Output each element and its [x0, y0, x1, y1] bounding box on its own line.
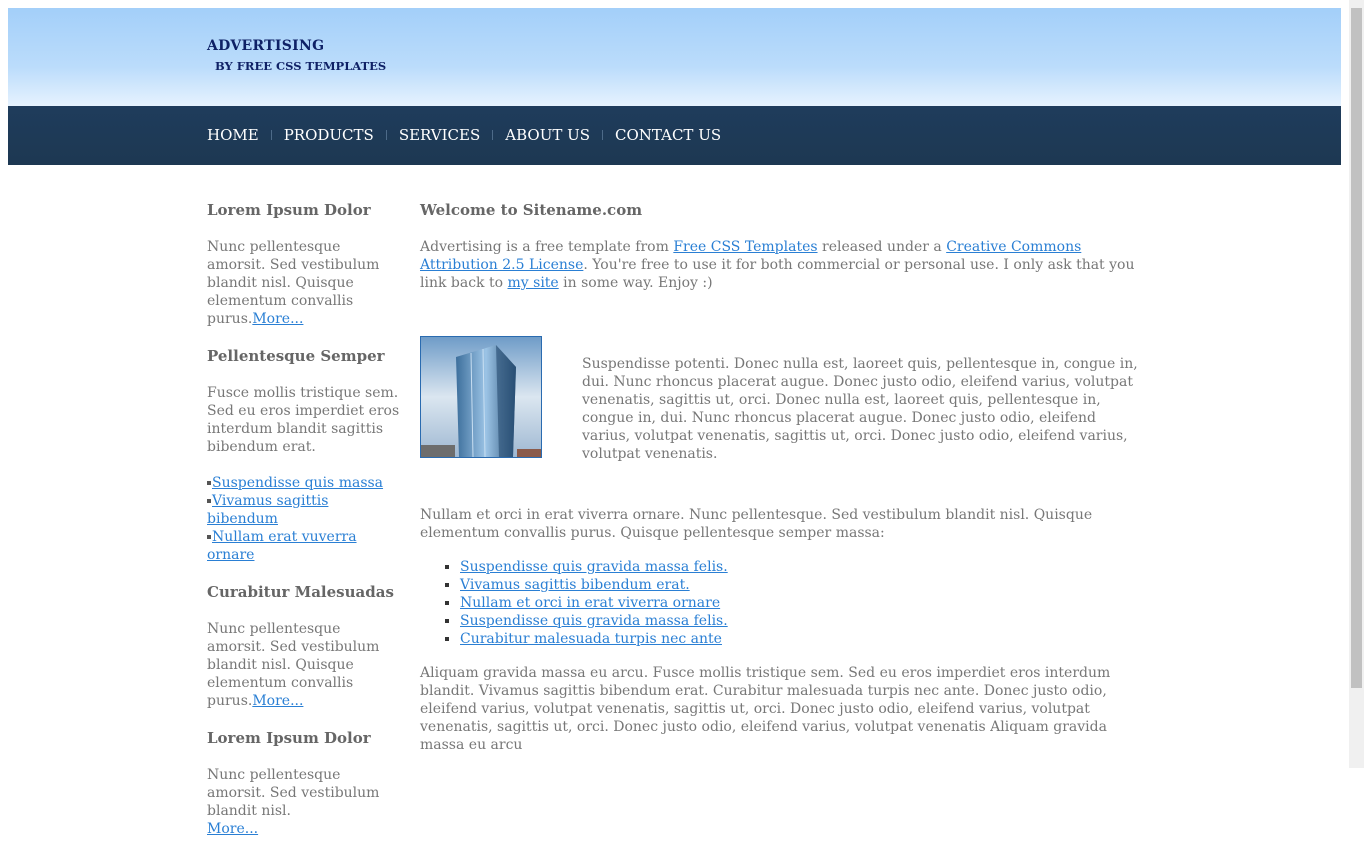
main-content: Welcome to Sitename.com Advertising is a… [420, 200, 1145, 753]
square-bullet-icon [207, 481, 211, 485]
office-building-image [420, 336, 542, 458]
content-lower: Nullam et orci in erat viverra ornare. N… [420, 506, 1145, 754]
sidebar-link[interactable]: Suspendisse quis massa [212, 475, 383, 491]
list-item: Suspendisse quis gravida massa felis. [460, 612, 1145, 630]
sidebar-text: Nunc pellentesque amorsit. Sed vestibulu… [207, 239, 380, 327]
sidebar-text: Nunc pellentesque amorsit. Sed vestibulu… [207, 767, 380, 837]
page-title: Welcome to Sitename.com [420, 201, 643, 219]
sidebar-text: Nunc pellentesque amorsit. Sed vestibulu… [207, 621, 380, 709]
content-link-list: Suspendisse quis gravida massa felis. Vi… [420, 558, 1145, 648]
site-title: ADVERTISING [207, 38, 325, 54]
site-header: ADVERTISING BY FREE CSS TEMPLATES [8, 8, 1341, 106]
list-item: Suspendisse quis gravida massa felis. [460, 558, 1145, 576]
sidebar: Lorem Ipsum Dolor Nunc pellentesque amor… [207, 200, 402, 856]
list-item: Nullam et orci in erat viverra ornare [460, 594, 1145, 612]
content-link[interactable]: Vivamus sagittis bibendum erat. [460, 577, 690, 593]
sidebar-link[interactable]: Vivamus sagittis bibendum [207, 493, 328, 527]
list-item: Curabitur malesuada turpis nec ante [460, 630, 1145, 648]
body-paragraph: Nullam et orci in erat viverra ornare. N… [420, 507, 1093, 541]
sidebar-heading: Lorem Ipsum Dolor [207, 201, 371, 219]
sidebar-text: Fusce mollis tristique sem. Sed eu eros … [207, 385, 400, 455]
page: ADVERTISING BY FREE CSS TEMPLATES HOME P… [0, 0, 1364, 837]
nav-about-us[interactable]: ABOUT US [505, 125, 590, 145]
main-nav: HOME PRODUCTS SERVICES ABOUT US CONTACT … [8, 106, 1341, 165]
feature-block: Suspendisse potenti. Donec nulla est, la… [420, 336, 1145, 462]
nav-separator [270, 130, 272, 140]
my-site-link[interactable]: my site [508, 275, 559, 291]
vertical-scrollbar[interactable] [1349, 0, 1364, 768]
feature-text: Suspendisse potenti. Donec nulla est, la… [582, 356, 1138, 462]
more-link[interactable]: More... [207, 821, 258, 837]
sidebar-heading: Pellentesque Semper [207, 347, 385, 365]
sidebar-heading: Lorem Ipsum Dolor [207, 729, 371, 747]
content-link[interactable]: Suspendisse quis gravida massa felis. [460, 613, 728, 629]
building-icon [421, 337, 541, 457]
nav-separator [492, 130, 494, 140]
content-link[interactable]: Suspendisse quis gravida massa felis. [460, 559, 728, 575]
site-subtitle: BY FREE CSS TEMPLATES [215, 59, 387, 73]
sidebar-link[interactable]: Nullam erat vuverra ornare [207, 529, 357, 563]
list-item: Vivamus sagittis bibendum erat. [460, 576, 1145, 594]
scrollbar-thumb[interactable] [1351, 8, 1362, 688]
body-paragraph: Aliquam gravida massa eu arcu. Fusce mol… [420, 665, 1111, 753]
intro-paragraph: Advertising is a free template from Free… [420, 239, 1135, 291]
nav-contact-us[interactable]: CONTACT US [615, 125, 721, 145]
nav-services[interactable]: SERVICES [399, 125, 480, 145]
nav-separator [385, 130, 387, 140]
sidebar-link-list: Suspendisse quis massa Vivamus sagittis … [207, 474, 402, 564]
free-css-templates-link[interactable]: Free CSS Templates [673, 239, 817, 255]
sidebar-heading: Curabitur Malesuadas [207, 583, 394, 601]
nav-products[interactable]: PRODUCTS [284, 125, 374, 145]
nav-home[interactable]: HOME [207, 125, 259, 145]
nav-separator [602, 130, 604, 140]
content-link[interactable]: Nullam et orci in erat viverra ornare [460, 595, 720, 611]
list-item: Suspendisse quis massa [207, 474, 402, 492]
list-item: Nullam erat vuverra ornare [207, 528, 402, 564]
square-bullet-icon [207, 535, 211, 539]
content-link[interactable]: Curabitur malesuada turpis nec ante [460, 631, 722, 647]
more-link[interactable]: More... [252, 693, 303, 709]
more-link[interactable]: More... [252, 311, 303, 327]
square-bullet-icon [207, 499, 211, 503]
list-item: Vivamus sagittis bibendum [207, 492, 402, 528]
